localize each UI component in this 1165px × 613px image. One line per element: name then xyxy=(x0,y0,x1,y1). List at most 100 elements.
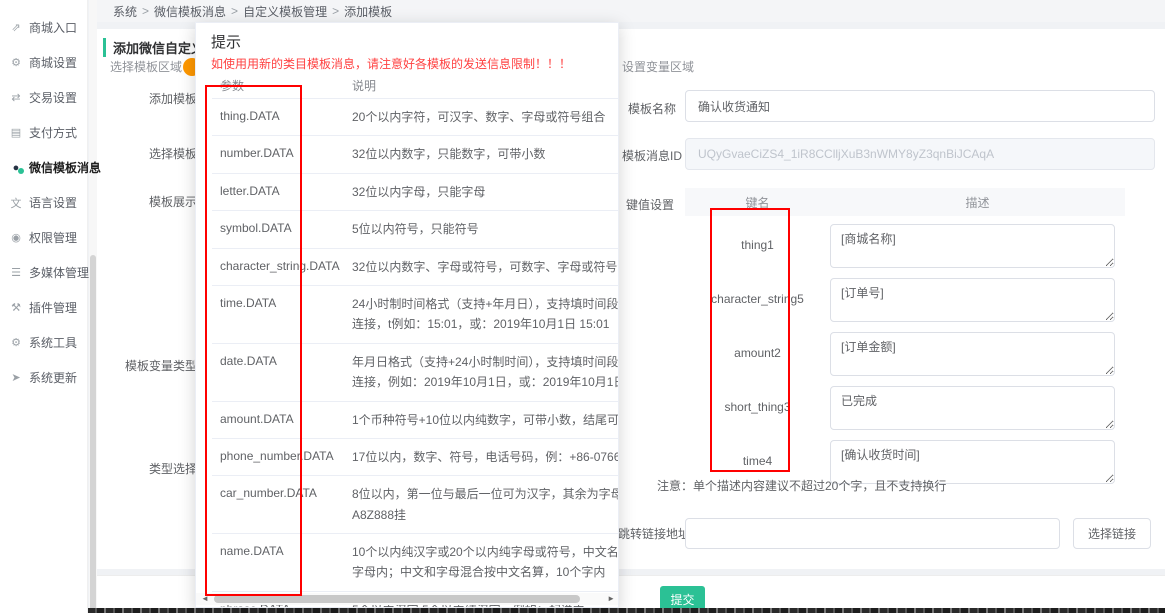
key-name-short-thing3: short_thing3 xyxy=(690,400,825,414)
param-name: symbol.DATA xyxy=(212,219,340,239)
language-icon: 文 xyxy=(9,195,23,211)
param-name: thing.DATA xyxy=(212,107,340,127)
label-add-template: 添加模板 xyxy=(149,90,197,107)
trade-arrows-icon: ⇄ xyxy=(9,91,23,104)
sidebar-item-label: 语言设置 xyxy=(29,194,77,211)
scroll-left-arrow-icon[interactable]: ◄ xyxy=(201,594,209,603)
key-value-table-header: 键名 描述 xyxy=(685,188,1125,216)
horizontal-scrollbar[interactable]: ◄ ► xyxy=(196,593,619,605)
sidebar-item-label: 微信模板消息 xyxy=(29,159,101,176)
payment-card-icon: ▤ xyxy=(9,126,23,139)
param-column-header: 参数 xyxy=(212,77,340,94)
sidebar-item-label: 商城设置 xyxy=(29,54,77,71)
param-name: amount.DATA xyxy=(212,410,340,430)
label-template-variable-type: 模板变量类型 xyxy=(125,357,197,374)
modal-title: 提示 xyxy=(211,31,241,52)
label-key-value-settings: 键值设置 xyxy=(626,196,674,213)
storefront-entry-icon: ⇗ xyxy=(9,21,23,34)
table-row: date.DATA 年月日格式（支持+24小时制时间），支持填时间段，两个时间点… xyxy=(212,344,619,402)
description-note: 注意：单个描述内容建议不超过20个字，且不支持换行 xyxy=(657,477,946,494)
system-update-icon: ➤ xyxy=(9,371,23,384)
table-row: character_string.DATA 32位以内数字、字母或符号，可数字、… xyxy=(212,249,619,286)
breadcrumb-item-custom-template-mgmt[interactable]: 自定义模板管理 xyxy=(243,3,327,20)
param-desc: 20个以内字符，可汉字、数字、字母或符号组合 xyxy=(340,107,619,127)
wechat-message-icon: ● xyxy=(9,162,23,174)
vertical-scrollbar-thumb[interactable] xyxy=(90,255,96,613)
sidebar: ⇗ 商城入口 ⚙ 商城设置 ⇄ 交易设置 ▤ 支付方式 ● 微信模板消息 文 语… xyxy=(0,0,88,613)
label-select-template: 选择模板 xyxy=(149,145,197,162)
sidebar-item-wechat-template-message[interactable]: ● 微信模板消息 xyxy=(0,150,87,185)
table-row: thing.DATA 20个以内字符，可汉字、数字、字母或符号组合 xyxy=(212,99,619,136)
permission-eye-icon: ◉ xyxy=(9,231,23,244)
breadcrumb-item-add-template[interactable]: 添加模板 xyxy=(344,3,392,20)
label-template-name: 模板名称 xyxy=(616,100,676,117)
sidebar-item-plugin-management[interactable]: ⚒ 插件管理 xyxy=(0,290,87,325)
plugin-icon: ⚒ xyxy=(9,301,23,314)
param-desc: 17位以内，数字、符号，电话号码，例：+86-0766-66888866 xyxy=(340,447,619,467)
sidebar-item-label: 权限管理 xyxy=(29,229,77,246)
param-name: name.DATA xyxy=(212,542,340,583)
sidebar-item-media-management[interactable]: ☰ 多媒体管理 xyxy=(0,255,87,290)
desc-textarea-amount2[interactable]: [订单金额] xyxy=(830,332,1115,376)
param-desc: 8位以内，第一位与最后一位可为汉字，其余为字母或数字，车牌号码：粤A8Z888挂 xyxy=(340,484,619,525)
param-name: character_string.DATA xyxy=(212,257,340,277)
horizontal-scrollbar-thumb[interactable] xyxy=(214,595,580,603)
desc-textarea-character-string5[interactable]: [订单号] xyxy=(830,278,1115,322)
param-name: car_number.DATA xyxy=(212,484,340,525)
sidebar-item-system-update[interactable]: ➤ 系统更新 xyxy=(0,360,87,395)
sidebar-item-permission-management[interactable]: ◉ 权限管理 xyxy=(0,220,87,255)
breadcrumb-separator: > xyxy=(142,4,149,18)
breadcrumb-item-wechat-template[interactable]: 微信模板消息 xyxy=(154,3,226,20)
sidebar-item-label: 支付方式 xyxy=(29,124,77,141)
sidebar-item-label: 交易设置 xyxy=(29,89,77,106)
param-name: time.DATA xyxy=(212,294,340,335)
vertical-scrollbar[interactable] xyxy=(89,0,97,613)
media-list-icon: ☰ xyxy=(9,266,23,279)
breadcrumb-separator: > xyxy=(231,4,238,18)
key-name-amount2: amount2 xyxy=(690,346,825,360)
right-section-label: 设置变量区域 xyxy=(622,58,694,75)
param-desc: 年月日格式（支持+24小时制时间），支持填时间段，两个时间点之间用"~"符号连接… xyxy=(340,352,619,393)
breadcrumb-separator: > xyxy=(332,4,339,18)
sidebar-item-mall-settings[interactable]: ⚙ 商城设置 xyxy=(0,45,87,80)
jump-link-input[interactable] xyxy=(685,518,1060,549)
description-header: 描述 xyxy=(830,194,1125,211)
key-name-character-string5: character_string5 xyxy=(690,292,825,306)
sidebar-item-trade-settings[interactable]: ⇄ 交易设置 xyxy=(0,80,87,115)
cropped-content-strip xyxy=(88,608,1165,613)
table-row: number.DATA 32位以内数字，只能数字，可带小数 xyxy=(212,136,619,173)
param-desc: 1个币种符号+10位以内纯数字，可带小数，结尾可带"元"，可带小数 xyxy=(340,410,619,430)
label-jump-link-address: 跳转链接地址 xyxy=(618,525,690,542)
desc-textarea-thing1[interactable]: [商城名称] xyxy=(830,224,1115,268)
page: ⇗ 商城入口 ⚙ 商城设置 ⇄ 交易设置 ▤ 支付方式 ● 微信模板消息 文 语… xyxy=(0,0,1165,613)
table-row: letter.DATA 32位以内字母，只能字母 xyxy=(212,174,619,211)
label-type-select: 类型选择 xyxy=(149,460,197,477)
scroll-right-arrow-icon[interactable]: ► xyxy=(607,594,615,603)
tip-modal: 提示 如使用用新的类目模板消息，请注意好各模板的发送信息限制！！！ 参数 说明 … xyxy=(195,22,619,608)
sidebar-item-language-settings[interactable]: 文 语言设置 xyxy=(0,185,87,220)
param-desc: 32位以内字母，只能字母 xyxy=(340,182,619,202)
desc-textarea-short-thing3[interactable]: 已完成 xyxy=(830,386,1115,430)
select-link-button[interactable]: 选择链接 xyxy=(1073,518,1151,549)
param-name: phone_number.DATA xyxy=(212,447,340,467)
sidebar-item-payment-methods[interactable]: ▤ 支付方式 xyxy=(0,115,87,150)
key-name-thing1: thing1 xyxy=(690,238,825,252)
sidebar-item-label: 商城入口 xyxy=(29,19,77,36)
sidebar-item-system-tools[interactable]: ⚙ 系统工具 xyxy=(0,325,87,360)
param-desc: 5位以内符号，只能符号 xyxy=(340,219,619,239)
template-name-input[interactable] xyxy=(685,90,1155,122)
param-name: number.DATA xyxy=(212,144,340,164)
desc-column-header: 说明 xyxy=(340,77,619,94)
gear-icon: ⚙ xyxy=(9,56,23,69)
param-desc: 10个以内纯汉字或20个以内纯字母或符号，中文名10个汉字内；纯英文名20个字母… xyxy=(340,542,619,583)
table-row: time.DATA 24小时制时间格式（支持+年月日），支持填时间段，两个时间点… xyxy=(212,286,619,344)
param-table: 参数 说明 thing.DATA 20个以内字符，可汉字、数字、字母或符号组合 … xyxy=(212,73,619,608)
sidebar-item-label: 系统更新 xyxy=(29,369,77,386)
sidebar-item-mall-entry[interactable]: ⇗ 商城入口 xyxy=(0,10,87,45)
modal-warning-text: 如使用用新的类目模板消息，请注意好各模板的发送信息限制！！！ xyxy=(211,55,571,72)
param-desc: 32位以内数字，只能数字，可带小数 xyxy=(340,144,619,164)
label-template-message-id: 模板消息ID xyxy=(622,147,682,164)
breadcrumb-item-system[interactable]: 系统 xyxy=(113,3,137,20)
key-name-time4: time4 xyxy=(690,454,825,468)
param-desc: 32位以内数字、字母或符号，可数字、字母或符号组合 xyxy=(340,257,619,277)
